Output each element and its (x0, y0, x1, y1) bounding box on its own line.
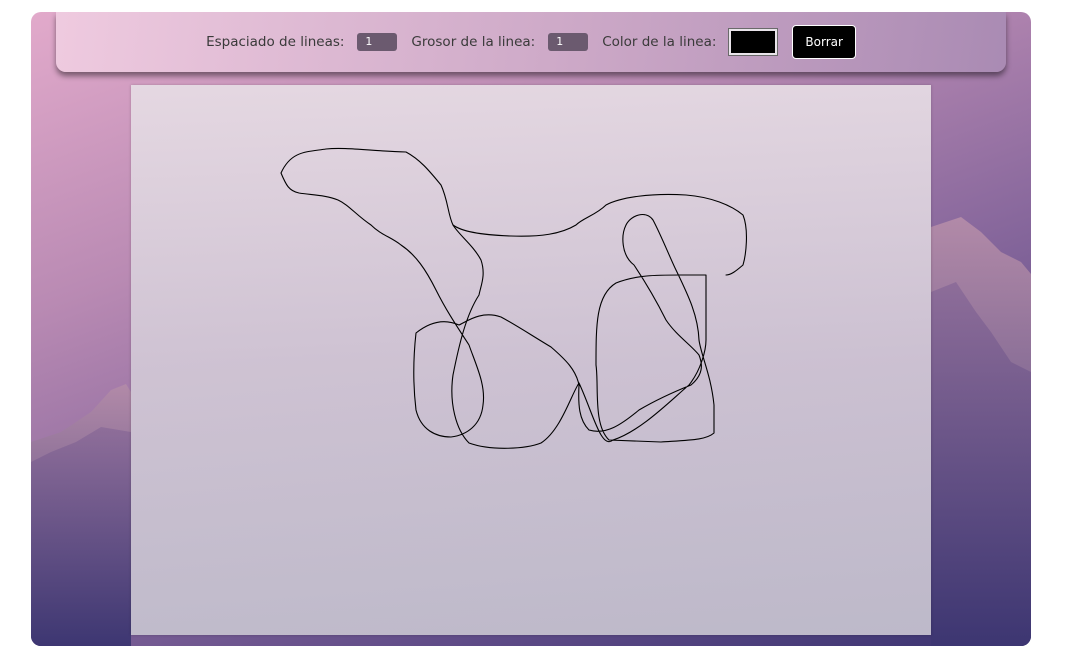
drawing-app: Espaciado de lineas: Grosor de la linea:… (31, 12, 1031, 646)
drawing-surface (280, 147, 747, 449)
drawn-stroke-top (452, 193, 747, 276)
line-thickness-input[interactable] (548, 33, 589, 51)
line-spacing-label: Espaciado de lineas: (206, 34, 345, 50)
line-spacing-input[interactable] (357, 33, 398, 51)
drawing-canvas[interactable] (131, 85, 931, 635)
line-color-label: Color de la linea: (602, 34, 717, 50)
drawn-stroke (280, 147, 715, 449)
line-thickness-label: Grosor de la linea: (411, 34, 536, 50)
clear-button[interactable]: Borrar (792, 25, 856, 59)
line-color-picker[interactable] (728, 28, 779, 56)
toolbar: Espaciado de lineas: Grosor de la linea:… (56, 12, 1006, 72)
